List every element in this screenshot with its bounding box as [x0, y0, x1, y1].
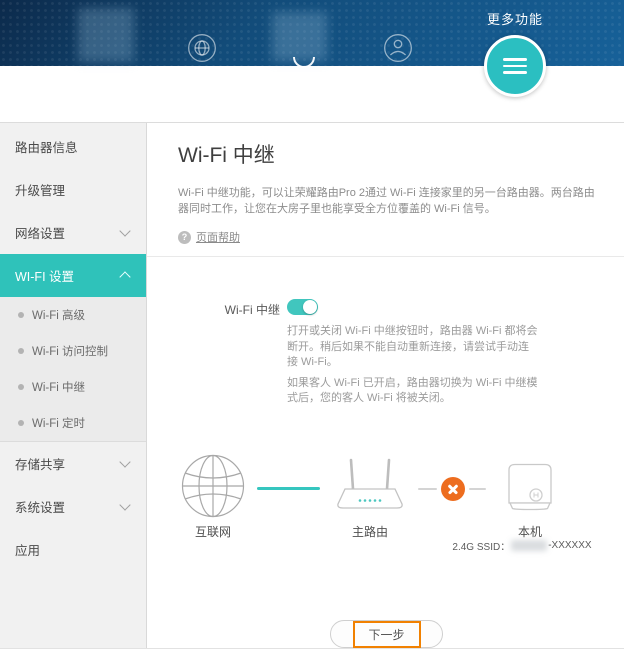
question-icon: ?: [178, 231, 191, 244]
globe-icon[interactable]: [187, 33, 217, 63]
blurred-logo: [78, 8, 134, 62]
main-router-label: 主路由: [332, 523, 408, 540]
sidebar-item-label: 路由器信息: [15, 137, 78, 156]
sidebar-item-label: 升级管理: [15, 180, 65, 199]
bullet-icon: [18, 384, 24, 390]
page-help-link[interactable]: 页面帮助: [196, 229, 240, 245]
wifi-repeater-toggle-label: Wi-Fi 中继: [147, 301, 280, 318]
internet-globe-icon: [181, 454, 245, 523]
sidebar-subitem-wifi-access-control[interactable]: Wi-Fi 访问控制: [0, 333, 146, 369]
sidebar-subitem-wifi-advanced[interactable]: Wi-Fi 高级: [0, 297, 146, 333]
sidebar-nav: 路由器信息 升级管理 网络设置 WI-FI 设置 Wi-Fi 高级 Wi-Fi …: [0, 123, 147, 648]
toggle-note: 打开或关闭 Wi-Fi 中继按钮时，路由器 Wi-Fi 都将会断开。稍后如果不能…: [287, 324, 539, 371]
sidebar-item-router-info[interactable]: 路由器信息: [0, 125, 146, 168]
sidebar-item-system-settings[interactable]: 系统设置: [0, 485, 146, 528]
page-description: Wi-Fi 中继功能，可以让荣耀路由Pro 2通过 Wi-Fi 连接家里的另一台…: [178, 185, 602, 217]
sidebar-subitem-wifi-schedule[interactable]: Wi-Fi 定时: [0, 405, 146, 441]
wifi-submenu: Wi-Fi 高级 Wi-Fi 访问控制 Wi-Fi 中继 Wi-Fi 定时: [0, 297, 146, 441]
sidebar-item-label: 系统设置: [15, 497, 65, 516]
divider: [0, 648, 624, 649]
divider: [147, 256, 624, 257]
wifi-repeater-toggle[interactable]: [287, 299, 318, 315]
subitem-label: Wi-Fi 中继: [32, 379, 85, 395]
sidebar-item-network-settings[interactable]: 网络设置: [0, 211, 146, 254]
subitem-label: Wi-Fi 访问控制: [32, 343, 108, 359]
ssid-prefix: 2.4G SSID：: [452, 538, 510, 553]
more-functions-label: 更多功能: [470, 9, 560, 28]
blurred-logo: [272, 12, 327, 61]
subitem-label: Wi-Fi 定时: [32, 415, 85, 431]
chevron-down-icon: [119, 499, 130, 510]
main-router-icon: [332, 455, 408, 520]
page-title: Wi-Fi 中继: [178, 139, 275, 169]
sidebar-item-label: 网络设置: [15, 223, 65, 242]
sidebar-item-wifi-settings[interactable]: WI-FI 设置: [0, 254, 146, 297]
sidebar-item-upgrade[interactable]: 升级管理: [0, 168, 146, 211]
bullet-icon: [18, 348, 24, 354]
page-help-row: ? 页面帮助: [178, 229, 240, 245]
hamburger-icon: [503, 54, 527, 78]
internet-label: 互联网: [181, 523, 245, 540]
main-content: Wi-Fi 中继 Wi-Fi 中继功能，可以让荣耀路由Pro 2通过 Wi-Fi…: [147, 123, 624, 648]
logo-arc-icon: [293, 57, 315, 68]
sidebar-item-label: WI-FI 设置: [15, 266, 74, 285]
connection-line-broken: [418, 488, 437, 490]
menu-fab-button[interactable]: [484, 35, 546, 97]
blurred-ssid: [511, 540, 547, 551]
sidebar-item-storage-share[interactable]: 存储共享: [0, 442, 146, 485]
sidebar-item-label: 存储共享: [15, 454, 65, 473]
sidebar-item-label: 应用: [15, 540, 40, 559]
router-admin-page: 更多功能 路由器信息 升级管理 网络设置 WI-FI 设置 Wi-Fi 高级: [0, 0, 624, 652]
chevron-up-icon: [119, 271, 130, 282]
toggle-note: 如果客人 Wi-Fi 已开启，路由器切换为 Wi-Fi 中继模式后，您的客人 W…: [287, 376, 539, 407]
ssid-suffix: -XXXXXX: [548, 540, 591, 551]
subitem-label: Wi-Fi 高级: [32, 307, 85, 323]
bullet-icon: [18, 420, 24, 426]
connection-line-active: [257, 487, 320, 490]
bullet-icon: [18, 312, 24, 318]
ssid-caption: 2.4G SSID： -XXXXXX: [437, 538, 607, 553]
connection-line-broken: [469, 488, 486, 490]
this-device-icon: [507, 462, 553, 517]
disconnected-x-icon: [441, 477, 465, 501]
user-icon[interactable]: [383, 33, 413, 63]
next-step-button[interactable]: 下一步: [330, 620, 443, 648]
toggle-knob: [303, 300, 317, 314]
sidebar-item-applications[interactable]: 应用: [0, 528, 146, 571]
chevron-down-icon: [119, 456, 130, 467]
chevron-down-icon: [119, 225, 130, 236]
toggle-help-text: 打开或关闭 Wi-Fi 中继按钮时，路由器 Wi-Fi 都将会断开。稍后如果不能…: [287, 324, 539, 412]
sidebar-subitem-wifi-repeater[interactable]: Wi-Fi 中继: [0, 369, 146, 405]
